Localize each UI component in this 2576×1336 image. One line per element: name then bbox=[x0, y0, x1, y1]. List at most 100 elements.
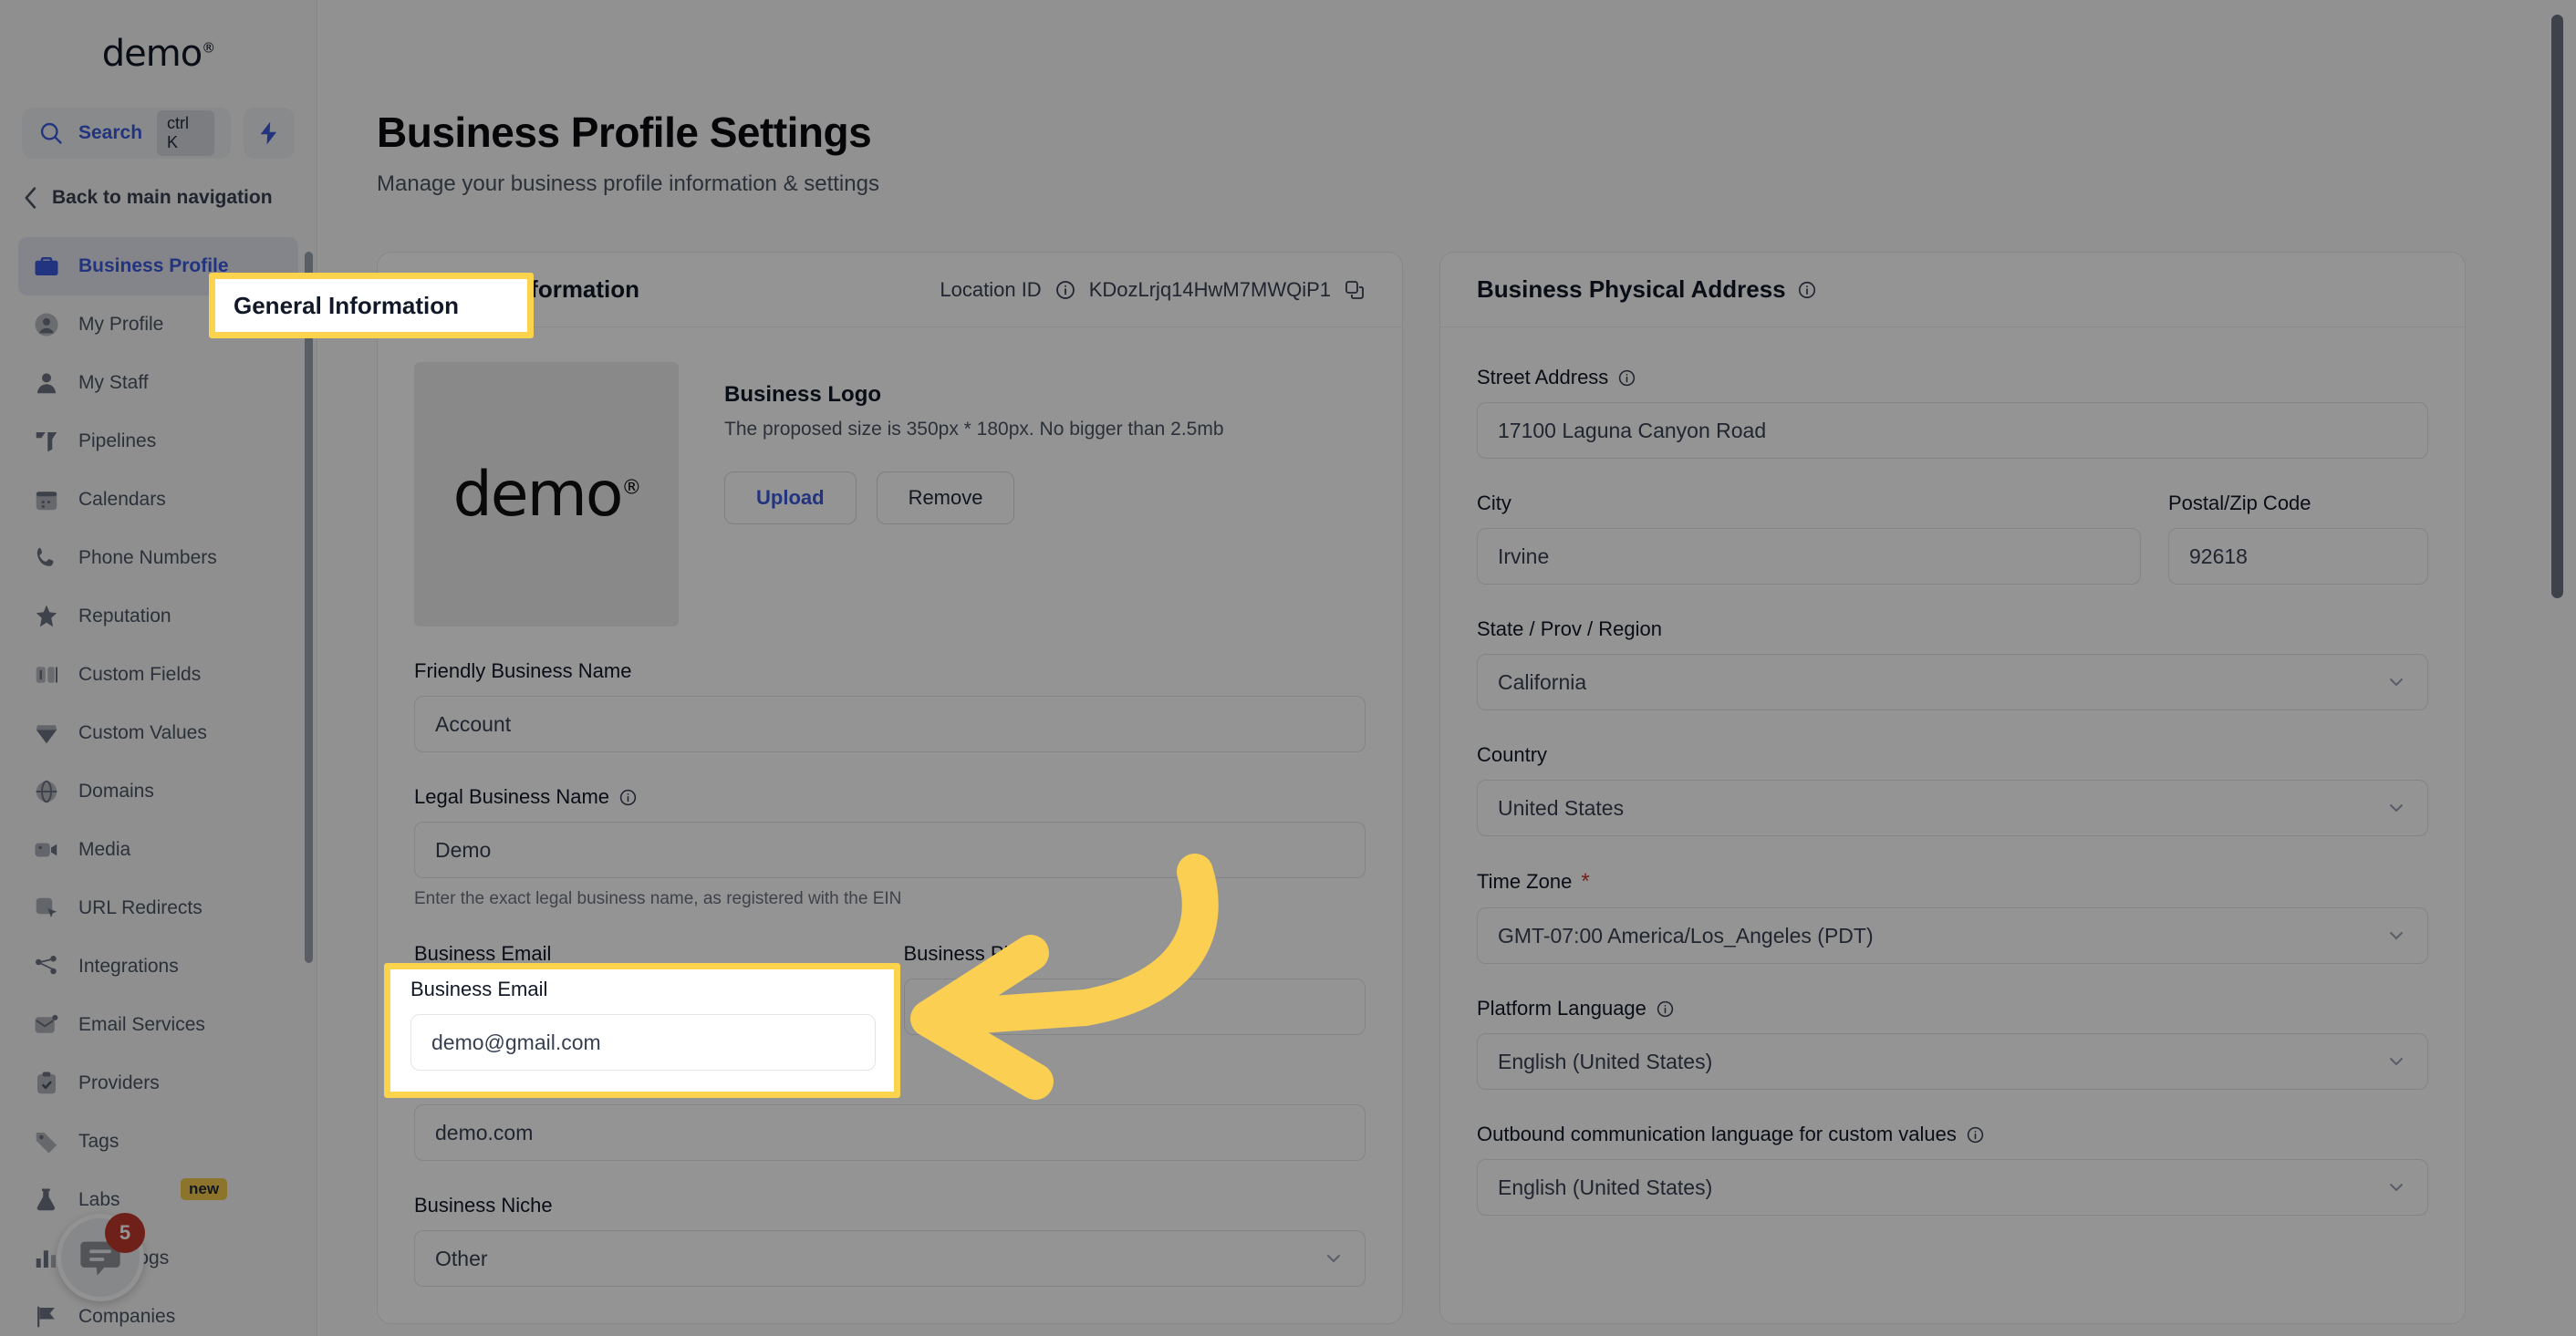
flag-icon bbox=[33, 1303, 60, 1331]
logo-registered-mark: ® bbox=[621, 475, 641, 499]
sidebar-scrollbar[interactable] bbox=[305, 252, 313, 963]
sidebar-item-integrations[interactable]: Integrations bbox=[18, 937, 298, 996]
business-phone-value: (9XX) 555-2555 bbox=[924, 994, 1073, 1019]
business-website-input[interactable]: demo.com bbox=[414, 1104, 1366, 1161]
state-value: California bbox=[1498, 669, 1587, 694]
sidebar-item-label: Domains bbox=[78, 781, 154, 802]
chat-widget-button[interactable]: 5 bbox=[57, 1213, 145, 1301]
street-address-value: 17100 Laguna Canyon Road bbox=[1498, 418, 1767, 442]
location-id-label: Location ID bbox=[940, 277, 1042, 301]
legal-business-name-label-text: Legal Business Name bbox=[414, 785, 610, 808]
remove-button[interactable]: Remove bbox=[876, 471, 1015, 524]
sidebar-item-label: Custom Fields bbox=[78, 664, 202, 685]
sidebar-item-providers[interactable]: Providers bbox=[18, 1054, 298, 1113]
globe-icon bbox=[33, 778, 60, 805]
general-information-card: General Information Location ID KDozLrjq… bbox=[377, 252, 1403, 1324]
sidebar-nav-list: Business Profile My Profile My Staff Pip… bbox=[0, 237, 317, 1336]
sidebar-item-my-staff[interactable]: My Staff bbox=[18, 354, 298, 412]
sidebar-item-pipelines[interactable]: Pipelines bbox=[18, 412, 298, 471]
info-icon[interactable] bbox=[1966, 1125, 1985, 1144]
copy-icon[interactable] bbox=[1344, 279, 1366, 301]
general-card-title: General Information bbox=[414, 275, 640, 303]
legal-business-name-input[interactable]: Demo bbox=[414, 822, 1366, 878]
business-logo-meta: Business Logo The proposed size is 350px… bbox=[724, 362, 1224, 524]
state-select[interactable]: California bbox=[1477, 654, 2428, 710]
page-scrollbar[interactable] bbox=[2551, 15, 2563, 598]
city-input[interactable]: Irvine bbox=[1477, 528, 2141, 585]
platform-language-select[interactable]: English (United States) bbox=[1477, 1033, 2428, 1090]
field-outbound-language: Outbound communication language for cust… bbox=[1477, 1123, 2428, 1216]
sidebar-item-tags[interactable]: Tags bbox=[18, 1113, 298, 1171]
business-email-input[interactable]: demo@gmail.com bbox=[414, 979, 877, 1035]
city-value: Irvine bbox=[1498, 544, 1550, 568]
quick-actions-button[interactable] bbox=[244, 108, 295, 159]
business-email-value: demo@gmail.com bbox=[435, 994, 605, 1019]
chevron-down-icon bbox=[2385, 797, 2407, 819]
sidebar-item-label: Custom Values bbox=[78, 722, 207, 743]
chevron-down-icon bbox=[2385, 925, 2407, 947]
info-icon[interactable] bbox=[1054, 279, 1076, 301]
address-card-body: Street Address 17100 Laguna Canyon Road … bbox=[1440, 327, 2465, 1252]
postal-code-input[interactable]: 92618 bbox=[2168, 528, 2428, 585]
phone-icon bbox=[33, 544, 60, 572]
sidebar-item-custom-values[interactable]: Custom Values bbox=[18, 704, 298, 762]
business-phone-label: Business Phone bbox=[903, 942, 1049, 965]
business-niche-select[interactable]: Other bbox=[414, 1230, 1366, 1287]
info-icon[interactable] bbox=[1797, 280, 1817, 300]
country-select[interactable]: United States bbox=[1477, 780, 2428, 836]
platform-language-label-text: Platform Language bbox=[1477, 997, 1646, 1020]
logo-placeholder-text: demo bbox=[452, 458, 624, 531]
sidebar-item-reputation[interactable]: Reputation bbox=[18, 587, 298, 646]
sidebar-item-custom-fields[interactable]: Custom Fields bbox=[18, 646, 298, 704]
back-to-main-navigation[interactable]: Back to main navigation bbox=[0, 159, 317, 237]
sidebar-item-label: Business Profile bbox=[78, 255, 229, 276]
chevron-down-icon bbox=[1323, 1248, 1345, 1269]
field-country: Country United States bbox=[1477, 743, 2428, 836]
search-row: Search ctrl K bbox=[0, 108, 317, 159]
field-business-email: Business Email demo@gmail.com bbox=[414, 942, 877, 1035]
outbound-language-value: English (United States) bbox=[1498, 1175, 1713, 1199]
sidebar-item-business-profile[interactable]: Business Profile bbox=[18, 237, 298, 295]
address-card-title: Business Physical Address bbox=[1477, 275, 1817, 304]
tag-icon bbox=[33, 1128, 60, 1155]
brand-label: demo bbox=[101, 33, 203, 75]
email-phone-row: Business Email demo@gmail.com Business P… bbox=[414, 909, 1366, 1035]
chevron-down-icon bbox=[2385, 671, 2407, 693]
info-icon[interactable] bbox=[1617, 368, 1636, 388]
outbound-language-label: Outbound communication language for cust… bbox=[1477, 1123, 2428, 1146]
sidebar-item-my-profile[interactable]: My Profile bbox=[18, 295, 298, 354]
legal-business-name-label: Legal Business Name bbox=[414, 785, 1366, 809]
info-icon[interactable] bbox=[1656, 999, 1675, 1019]
app-root: demo® Search ctrl K Back to main navigat… bbox=[0, 0, 2576, 1336]
business-phone-input[interactable]: (9XX) 555-2555 bbox=[903, 979, 1366, 1035]
sidebar-item-domains[interactable]: Domains bbox=[18, 762, 298, 821]
sidebar-item-phone-numbers[interactable]: Phone Numbers bbox=[18, 529, 298, 587]
sidebar-item-url-redirects[interactable]: URL Redirects bbox=[18, 879, 298, 937]
street-address-input[interactable]: 17100 Laguna Canyon Road bbox=[1477, 402, 2428, 459]
sidebar-item-label: Labs bbox=[78, 1189, 120, 1210]
flask-icon bbox=[33, 1186, 60, 1214]
time-zone-select[interactable]: GMT-07:00 America/Los_Angeles (PDT) bbox=[1477, 907, 2428, 964]
field-business-phone: Business Phone (9XX) 555-2555 bbox=[903, 942, 1366, 1035]
country-label: Country bbox=[1477, 743, 1548, 766]
info-icon[interactable] bbox=[618, 788, 638, 807]
user-icon bbox=[33, 369, 60, 397]
sidebar-item-media[interactable]: Media bbox=[18, 821, 298, 879]
search-input[interactable]: Search ctrl K bbox=[22, 108, 231, 159]
sidebar-item-companies[interactable]: Companies bbox=[18, 1288, 298, 1336]
sidebar-item-label: Email Services bbox=[78, 1014, 205, 1035]
friendly-business-name-input[interactable]: Account bbox=[414, 696, 1366, 752]
upload-button[interactable]: Upload bbox=[724, 471, 857, 524]
sidebar-item-labs[interactable]: Labs new bbox=[18, 1171, 298, 1229]
back-nav-label: Back to main navigation bbox=[52, 187, 273, 208]
sidebar-item-calendars[interactable]: Calendars bbox=[18, 471, 298, 529]
sidebar-item-email-services[interactable]: Email Services bbox=[18, 996, 298, 1054]
page-header: Business Profile Settings Manage your bu… bbox=[318, 0, 2576, 197]
logo-button-row: Upload Remove bbox=[724, 471, 1224, 524]
outbound-language-label-text: Outbound communication language for cust… bbox=[1477, 1123, 1957, 1145]
outbound-language-select[interactable]: English (United States) bbox=[1477, 1159, 2428, 1216]
street-address-label: Street Address bbox=[1477, 366, 2428, 389]
cards-container: General Information Location ID KDozLrjq… bbox=[318, 197, 2576, 1324]
sidebar-item-label: Media bbox=[78, 839, 131, 860]
chevron-left-icon bbox=[22, 186, 40, 210]
